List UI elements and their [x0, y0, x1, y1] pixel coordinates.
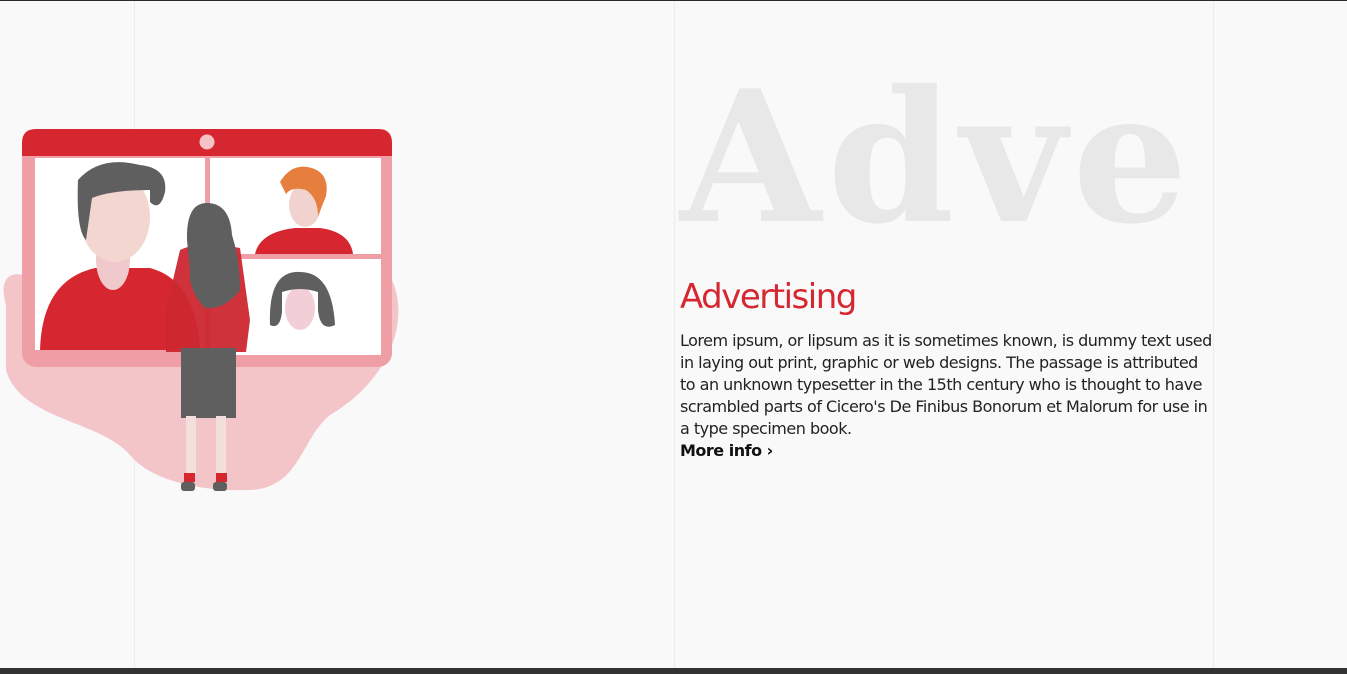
- more-info-link[interactable]: More info ›: [680, 440, 773, 462]
- section-description: Lorem ipsum, or lipsum as it is sometime…: [680, 331, 1212, 438]
- section-heading: Advertising: [680, 277, 857, 317]
- section-watermark: Adve: [680, 50, 1195, 264]
- grid-line: [1213, 1, 1214, 668]
- grid-line: [674, 1, 675, 668]
- bottom-bar: [0, 668, 1347, 674]
- advertising-section: Advertising Lorem ipsum, or lipsum as it…: [680, 278, 1212, 462]
- video-call-image: [3, 129, 399, 491]
- video-call-illustration: [0, 120, 402, 500]
